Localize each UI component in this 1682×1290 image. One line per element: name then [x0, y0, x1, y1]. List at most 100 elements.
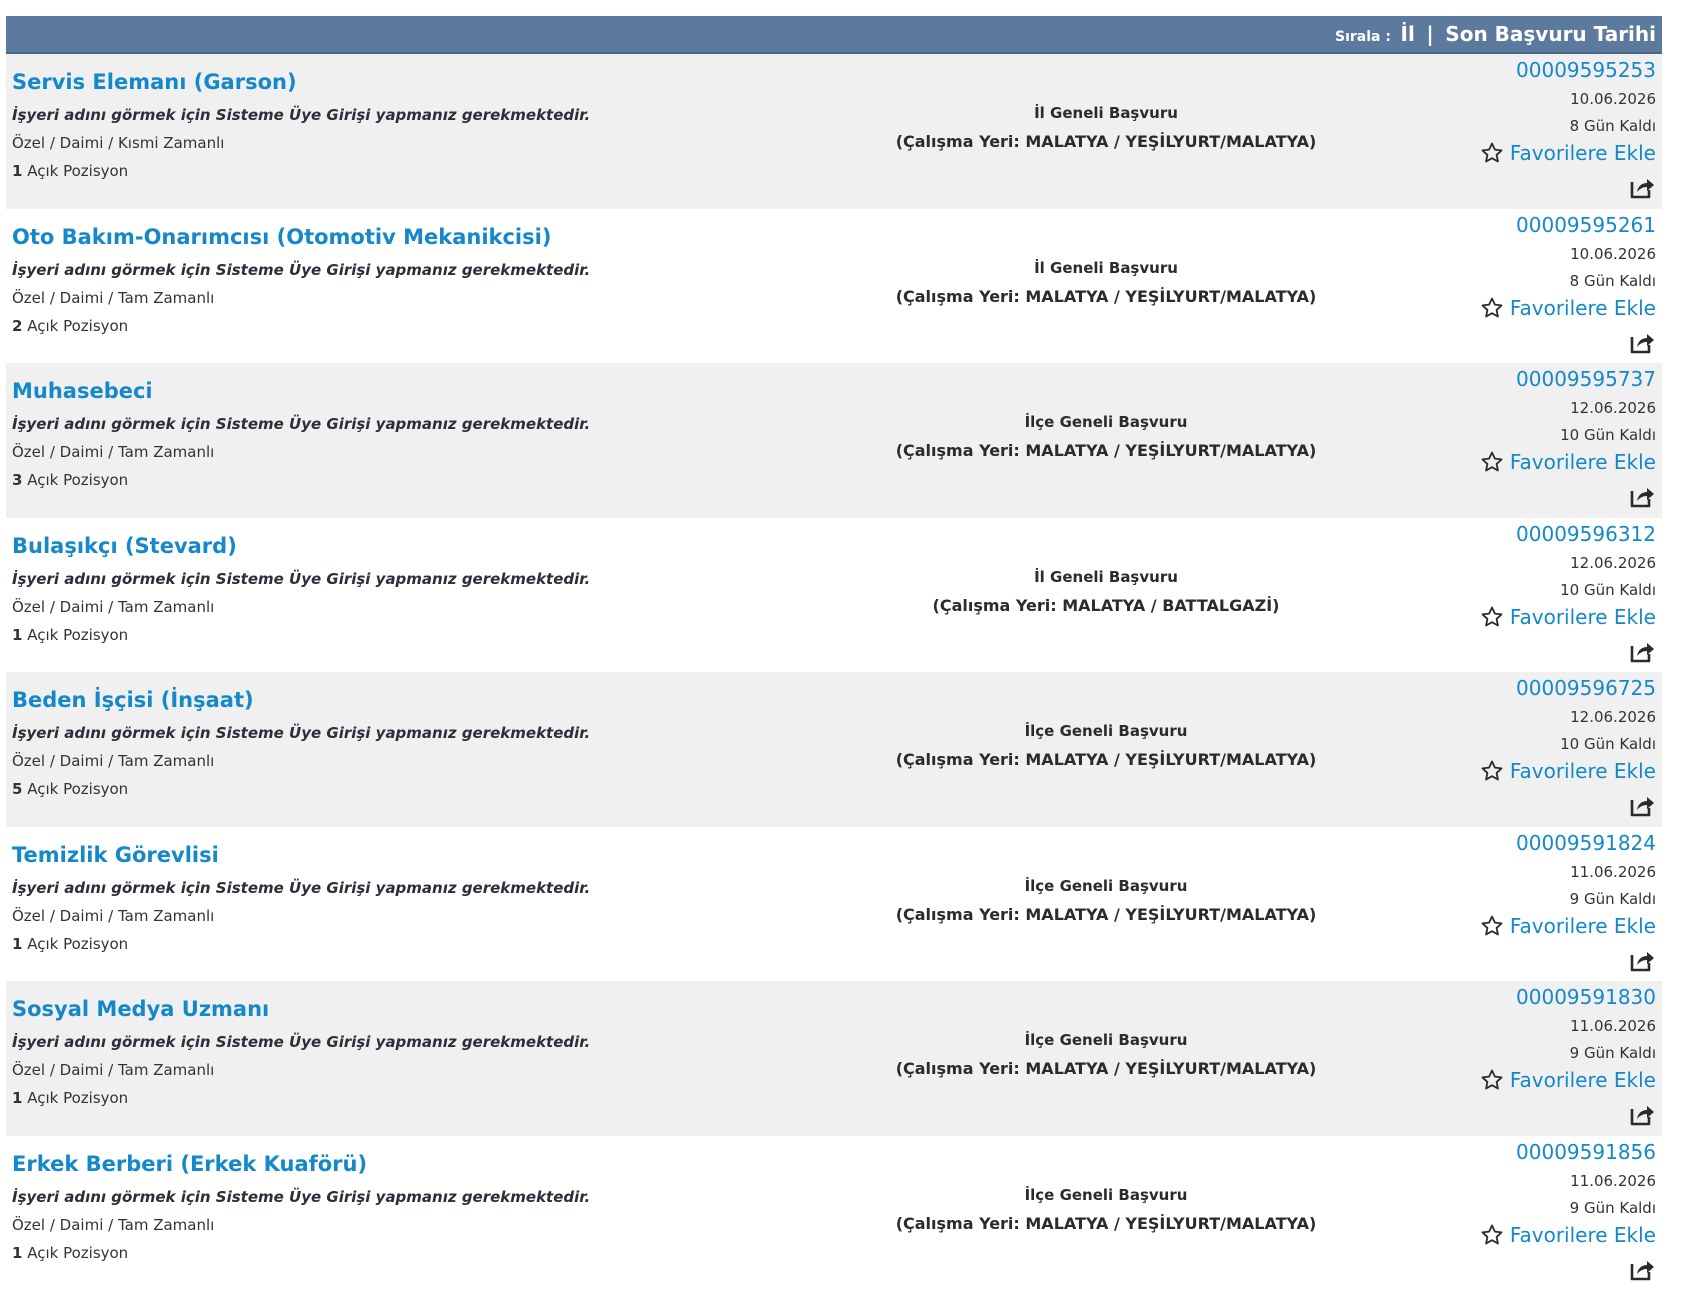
- share-button[interactable]: [1480, 639, 1656, 665]
- employer-login-note: İşyeri adını görmek için Sisteme Üye Gir…: [12, 570, 590, 588]
- listing-info: Sosyal Medya Uzmanı İşyeri adını görmek …: [12, 997, 590, 1107]
- share-icon: [1630, 1257, 1656, 1281]
- listing-meta: 00009591830 11.06.2026 9 Gün Kaldı Favor…: [1480, 985, 1656, 1128]
- star-outline-icon: [1480, 759, 1504, 783]
- application-deadline: 11.06.2026: [1480, 1015, 1656, 1037]
- share-icon: [1630, 484, 1656, 508]
- add-to-favorites-label: Favorilere Ekle: [1510, 449, 1656, 475]
- listing-number-link[interactable]: 00009596725: [1480, 676, 1656, 700]
- add-to-favorites-button[interactable]: Favorilere Ekle: [1480, 1067, 1656, 1093]
- listing-title-link[interactable]: Servis Elemanı (Garson): [12, 70, 590, 94]
- add-to-favorites-button[interactable]: Favorilere Ekle: [1480, 1222, 1656, 1248]
- listing-meta: 00009595261 10.06.2026 8 Gün Kaldı Favor…: [1480, 213, 1656, 356]
- listing-info: Bulaşıkçı (Stevard) İşyeri adını görmek …: [12, 534, 590, 644]
- listing-row: Servis Elemanı (Garson) İşyeri adını gör…: [6, 54, 1662, 209]
- work-place: (Çalışma Yeri: MALATYA / YEŞİLYURT/MALAT…: [846, 905, 1366, 924]
- work-place: (Çalışma Yeri: MALATYA / YEŞİLYURT/MALAT…: [846, 287, 1366, 306]
- share-button[interactable]: [1480, 1102, 1656, 1128]
- add-to-favorites-button[interactable]: Favorilere Ekle: [1480, 604, 1656, 630]
- open-positions-count: 1: [12, 1244, 22, 1262]
- sort-bar: Sırala : İl | Son Başvuru Tarihi: [6, 16, 1662, 54]
- days-remaining: 9 Gün Kaldı: [1480, 1198, 1656, 1218]
- employment-type: Özel / Daimi / Tam Zamanlı: [12, 289, 590, 307]
- work-place: (Çalışma Yeri: MALATYA / YEŞİLYURT/MALAT…: [846, 1059, 1366, 1078]
- open-positions-count: 3: [12, 471, 22, 489]
- listing-meta: 00009591824 11.06.2026 9 Gün Kaldı Favor…: [1480, 831, 1656, 974]
- employer-login-note: İşyeri adını görmek için Sisteme Üye Gir…: [12, 1188, 590, 1206]
- application-scope: İlçe Geneli Başvuru: [846, 413, 1366, 431]
- share-button[interactable]: [1480, 793, 1656, 819]
- open-positions-count: 1: [12, 935, 22, 953]
- listing-title-link[interactable]: Beden İşçisi (İnşaat): [12, 688, 590, 712]
- add-to-favorites-label: Favorilere Ekle: [1510, 140, 1656, 166]
- job-listings-panel: Sırala : İl | Son Başvuru Tarihi Servis …: [6, 16, 1662, 1290]
- application-deadline: 12.06.2026: [1480, 706, 1656, 728]
- listing-row: Muhasebeci İşyeri adını görmek için Sist…: [6, 363, 1662, 518]
- add-to-favorites-label: Favorilere Ekle: [1510, 758, 1656, 784]
- share-button[interactable]: [1480, 175, 1656, 201]
- days-remaining: 9 Gün Kaldı: [1480, 889, 1656, 909]
- employment-type: Özel / Daimi / Tam Zamanlı: [12, 598, 590, 616]
- add-to-favorites-button[interactable]: Favorilere Ekle: [1480, 140, 1656, 166]
- work-place: (Çalışma Yeri: MALATYA / YEŞİLYURT/MALAT…: [846, 1214, 1366, 1233]
- listing-row: Oto Bakım-Onarımcısı (Otomotiv Mekanikci…: [6, 209, 1662, 364]
- open-positions-label: Açık Pozisyon: [27, 162, 128, 180]
- listing-title-link[interactable]: Oto Bakım-Onarımcısı (Otomotiv Mekanikci…: [12, 225, 590, 249]
- sort-by-deadline-link[interactable]: Son Başvuru Tarihi: [1445, 22, 1656, 46]
- employment-type: Özel / Daimi / Tam Zamanlı: [12, 1061, 590, 1079]
- star-outline-icon: [1480, 914, 1504, 938]
- listing-rows: Servis Elemanı (Garson) İşyeri adını gör…: [6, 54, 1662, 1290]
- star-outline-icon: [1480, 1068, 1504, 1092]
- add-to-favorites-button[interactable]: Favorilere Ekle: [1480, 449, 1656, 475]
- star-outline-icon: [1480, 296, 1504, 320]
- open-positions: 1 Açık Pozisyon: [12, 1089, 590, 1107]
- listing-title-link[interactable]: Sosyal Medya Uzmanı: [12, 997, 590, 1021]
- listing-number-link[interactable]: 00009595253: [1480, 58, 1656, 82]
- listing-meta: 00009595253 10.06.2026 8 Gün Kaldı Favor…: [1480, 58, 1656, 201]
- open-positions-count: 1: [12, 1089, 22, 1107]
- add-to-favorites-button[interactable]: Favorilere Ekle: [1480, 295, 1656, 321]
- listing-title-link[interactable]: Temizlik Görevlisi: [12, 843, 590, 867]
- employer-login-note: İşyeri adını görmek için Sisteme Üye Gir…: [12, 106, 590, 124]
- days-remaining: 9 Gün Kaldı: [1480, 1043, 1656, 1063]
- sort-label: Sırala :: [1335, 29, 1391, 45]
- listing-meta: 00009596312 12.06.2026 10 Gün Kaldı Favo…: [1480, 522, 1656, 665]
- listing-location: İlçe Geneli Başvuru (Çalışma Yeri: MALAT…: [846, 1186, 1366, 1233]
- application-scope: İl Geneli Başvuru: [846, 568, 1366, 586]
- listing-number-link[interactable]: 00009596312: [1480, 522, 1656, 546]
- listing-location: İl Geneli Başvuru (Çalışma Yeri: MALATYA…: [846, 104, 1366, 151]
- add-to-favorites-label: Favorilere Ekle: [1510, 1222, 1656, 1248]
- employer-login-note: İşyeri adını görmek için Sisteme Üye Gir…: [12, 261, 590, 279]
- application-deadline: 11.06.2026: [1480, 1170, 1656, 1192]
- add-to-favorites-label: Favorilere Ekle: [1510, 1067, 1656, 1093]
- listing-location: İl Geneli Başvuru (Çalışma Yeri: MALATYA…: [846, 568, 1366, 615]
- open-positions-label: Açık Pozisyon: [27, 1244, 128, 1262]
- share-button[interactable]: [1480, 948, 1656, 974]
- add-to-favorites-label: Favorilere Ekle: [1510, 295, 1656, 321]
- sort-by-province-link[interactable]: İl: [1401, 22, 1415, 46]
- days-remaining: 10 Gün Kaldı: [1480, 734, 1656, 754]
- listing-title-link[interactable]: Muhasebeci: [12, 379, 590, 403]
- open-positions-label: Açık Pozisyon: [27, 317, 128, 335]
- listing-number-link[interactable]: 00009591856: [1480, 1140, 1656, 1164]
- share-button[interactable]: [1480, 484, 1656, 510]
- work-place: (Çalışma Yeri: MALATYA / BATTALGAZİ): [846, 596, 1366, 615]
- listing-info: Oto Bakım-Onarımcısı (Otomotiv Mekanikci…: [12, 225, 590, 335]
- listing-location: İlçe Geneli Başvuru (Çalışma Yeri: MALAT…: [846, 722, 1366, 769]
- employer-login-note: İşyeri adını görmek için Sisteme Üye Gir…: [12, 1033, 590, 1051]
- listing-row: Erkek Berberi (Erkek Kuaförü) İşyeri adı…: [6, 1136, 1662, 1290]
- share-button[interactable]: [1480, 330, 1656, 356]
- work-place: (Çalışma Yeri: MALATYA / YEŞİLYURT/MALAT…: [846, 441, 1366, 460]
- add-to-favorites-button[interactable]: Favorilere Ekle: [1480, 913, 1656, 939]
- application-scope: İl Geneli Başvuru: [846, 259, 1366, 277]
- star-outline-icon: [1480, 141, 1504, 165]
- listing-number-link[interactable]: 00009591830: [1480, 985, 1656, 1009]
- listing-number-link[interactable]: 00009595737: [1480, 367, 1656, 391]
- listing-title-link[interactable]: Erkek Berberi (Erkek Kuaförü): [12, 1152, 590, 1176]
- open-positions: 3 Açık Pozisyon: [12, 471, 590, 489]
- open-positions-label: Açık Pozisyon: [27, 780, 128, 798]
- listing-title-link[interactable]: Bulaşıkçı (Stevard): [12, 534, 590, 558]
- listing-number-link[interactable]: 00009595261: [1480, 213, 1656, 237]
- listing-number-link[interactable]: 00009591824: [1480, 831, 1656, 855]
- add-to-favorites-button[interactable]: Favorilere Ekle: [1480, 758, 1656, 784]
